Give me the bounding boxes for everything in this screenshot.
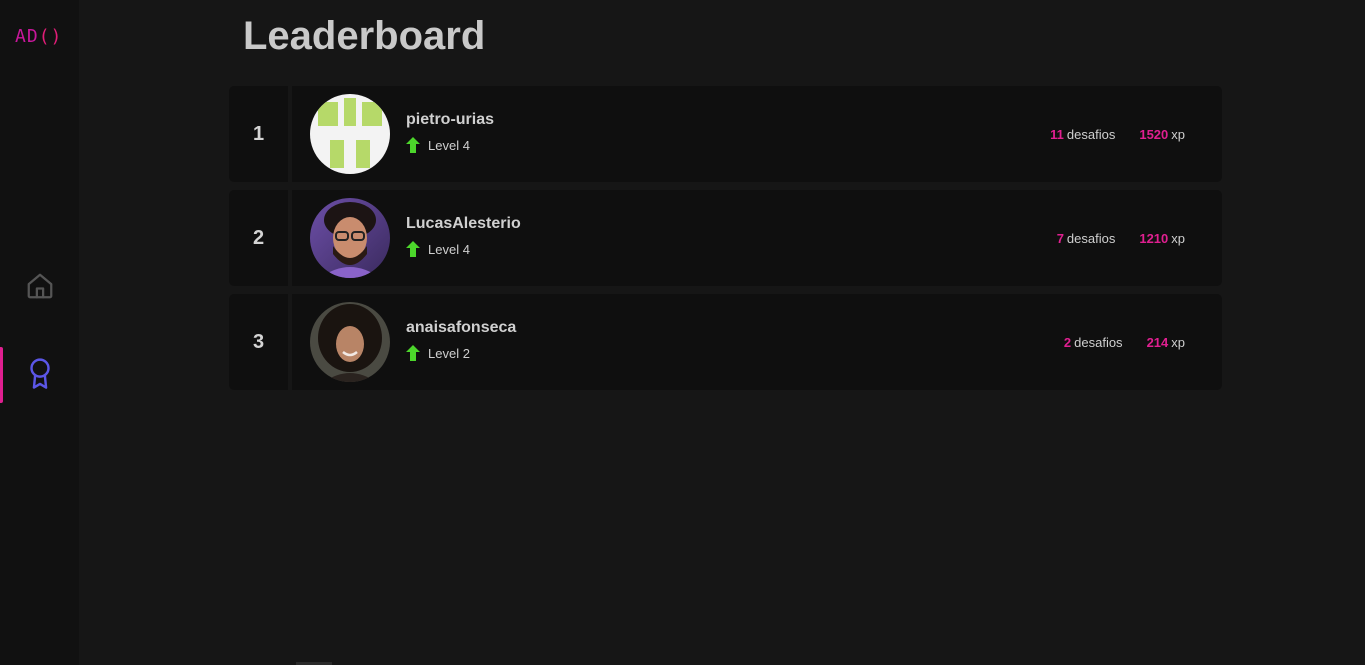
app-logo[interactable]: AD() xyxy=(15,26,62,47)
leaderboard-row[interactable]: 2 LucasAlesterio Level 4 7 desafios 1210… xyxy=(229,190,1222,286)
active-indicator xyxy=(0,347,3,403)
position-number: 3 xyxy=(252,330,265,353)
level-value: 4 xyxy=(462,241,470,257)
sidebar-item-leaderboard[interactable] xyxy=(0,347,79,403)
leaderboard-list: 1 pietro-urias Level 4 11 desafios 1520 … xyxy=(229,86,1222,398)
sidebar: AD() xyxy=(0,0,79,665)
challenges-unit: desafios xyxy=(1074,334,1123,350)
position-number: 1 xyxy=(252,122,265,145)
challenges-unit: desafios xyxy=(1066,126,1116,142)
challenges-stat: 11 desafios xyxy=(1050,127,1115,142)
xp-unit: xp xyxy=(1171,230,1185,246)
xp-count: 214 xyxy=(1146,334,1169,350)
level-indicator: Level 4 xyxy=(406,241,470,257)
challenges-unit: desafios xyxy=(1066,230,1116,246)
position-cell: 2 xyxy=(229,190,288,286)
level-prefix: Level xyxy=(428,345,460,361)
xp-count: 1210 xyxy=(1139,230,1169,246)
xp-unit: xp xyxy=(1171,126,1185,142)
challenges-count: 2 xyxy=(1063,334,1072,350)
username[interactable]: pietro-urias xyxy=(406,111,494,129)
arrow-up-icon xyxy=(406,241,420,257)
home-icon xyxy=(25,271,55,306)
avatar[interactable] xyxy=(310,302,390,382)
award-ribbon-icon xyxy=(25,356,55,395)
user-cell: anaisafonseca Level 2 2 desafios 214 xp xyxy=(292,294,1222,390)
arrow-up-icon xyxy=(406,345,420,361)
username[interactable]: LucasAlesterio xyxy=(406,215,521,233)
xp-stat: 214 xp xyxy=(1147,335,1185,350)
xp-stat: 1210 xp xyxy=(1139,231,1185,246)
arrow-up-icon xyxy=(406,137,420,153)
level-value: 2 xyxy=(462,345,470,361)
avatar[interactable] xyxy=(310,94,390,174)
level-indicator: Level 4 xyxy=(406,137,470,153)
level-prefix: Level xyxy=(428,137,460,153)
leaderboard-row[interactable]: 1 pietro-urias Level 4 11 desafios 1520 … xyxy=(229,86,1222,182)
challenges-stat: 7 desafios xyxy=(1057,231,1116,246)
user-stats: 7 desafios 1210 xp xyxy=(1057,190,1185,286)
user-stats: 11 desafios 1520 xp xyxy=(1050,86,1185,182)
username[interactable]: anaisafonseca xyxy=(406,319,516,337)
xp-count: 1520 xyxy=(1139,126,1169,142)
position-cell: 1 xyxy=(229,86,288,182)
logo-parens: () xyxy=(38,26,63,47)
level-indicator: Level 2 xyxy=(406,345,470,361)
xp-stat: 1520 xp xyxy=(1139,127,1185,142)
user-cell: pietro-urias Level 4 11 desafios 1520 xp xyxy=(292,86,1222,182)
position-cell: 3 xyxy=(229,294,288,390)
xp-unit: xp xyxy=(1171,334,1185,350)
level-prefix: Level xyxy=(428,241,460,257)
page-title: Leaderboard xyxy=(243,14,486,58)
challenges-count: 11 xyxy=(1050,126,1064,142)
avatar[interactable] xyxy=(310,198,390,278)
challenges-stat: 2 desafios xyxy=(1064,335,1123,350)
level-value: 4 xyxy=(462,137,470,153)
leaderboard-row[interactable]: 3 anaisafonseca Level 2 2 desafios 214 x… xyxy=(229,294,1222,390)
sidebar-item-home[interactable] xyxy=(0,260,79,316)
position-number: 2 xyxy=(252,226,265,249)
user-cell: LucasAlesterio Level 4 7 desafios 1210 x… xyxy=(292,190,1222,286)
user-stats: 2 desafios 214 xp xyxy=(1064,294,1185,390)
challenges-count: 7 xyxy=(1056,230,1064,246)
logo-letters: AD xyxy=(15,26,39,47)
